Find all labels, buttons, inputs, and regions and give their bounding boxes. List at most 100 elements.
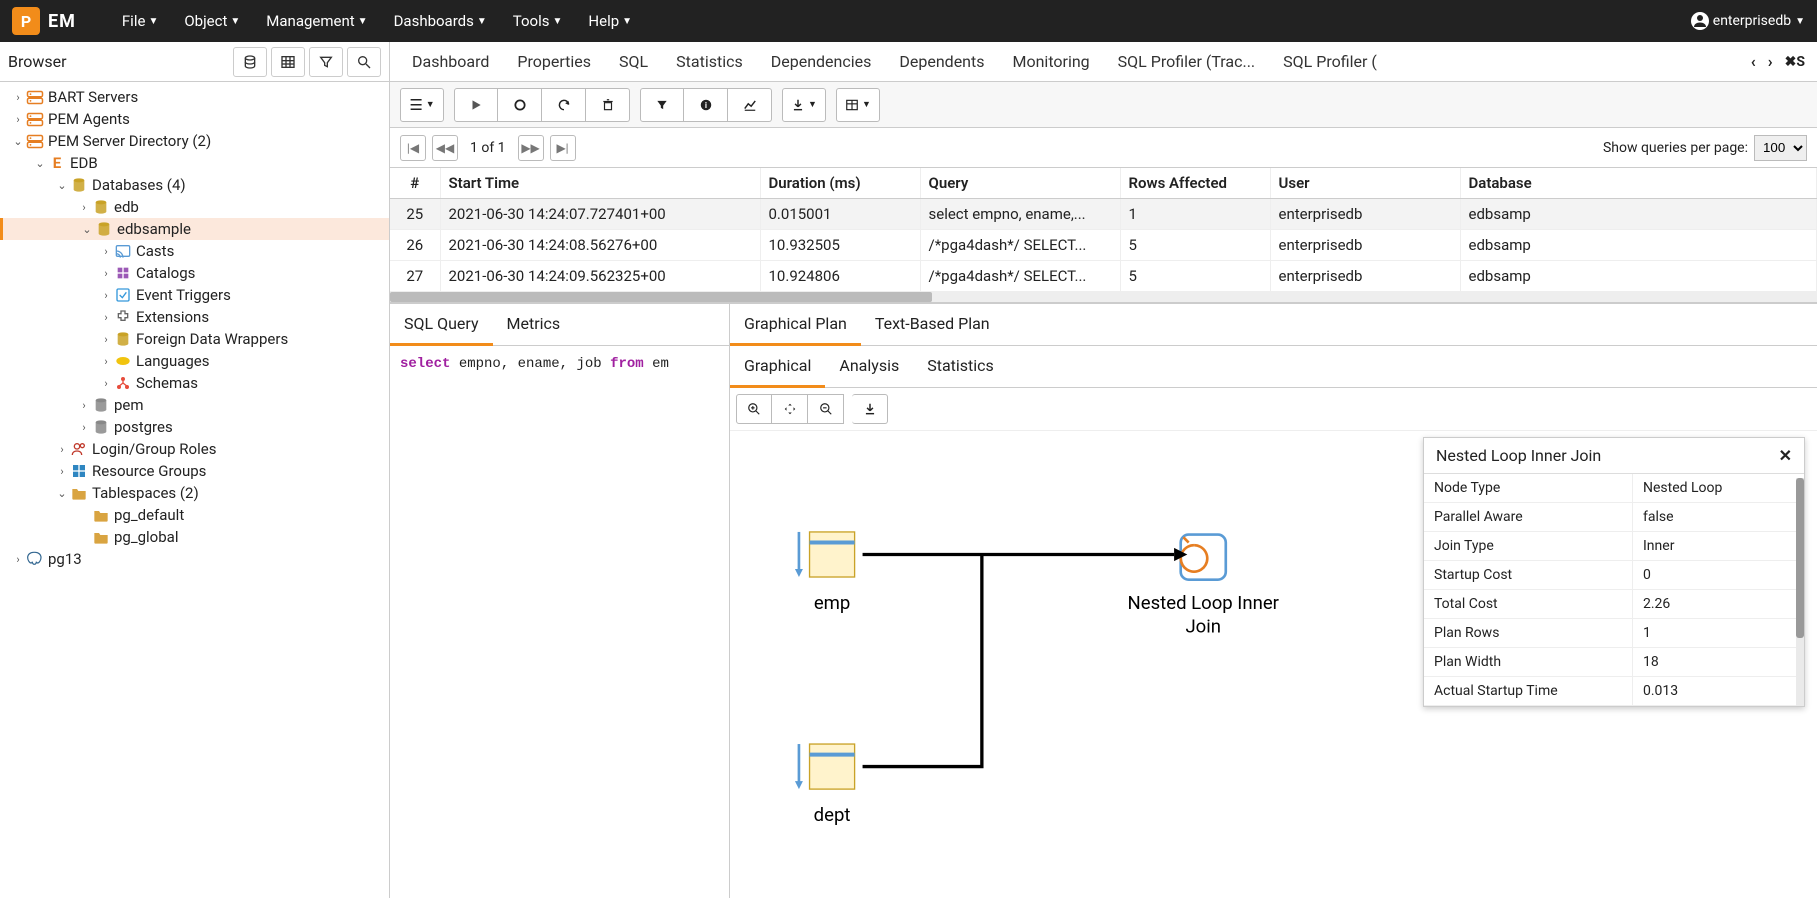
tab-sql[interactable]: SQL (605, 44, 662, 79)
subtab-statistics[interactable]: Statistics (913, 346, 1008, 387)
perpage-select[interactable]: 100 (1754, 135, 1807, 161)
chevron-down-icon[interactable]: ⌄ (32, 157, 48, 170)
subtab-text-plan[interactable]: Text-Based Plan (861, 304, 1004, 345)
pager-first-icon[interactable]: |◀ (400, 135, 426, 161)
tree-node[interactable]: ›pem (0, 394, 389, 416)
plan-canvas[interactable]: emp dept (730, 431, 1817, 898)
plan-zoomin-icon[interactable] (736, 394, 772, 424)
tree-node[interactable]: ⌄EEDB (0, 152, 389, 174)
col-user[interactable]: User (1270, 168, 1460, 199)
toolbar-delete-icon[interactable] (586, 88, 630, 122)
tab-scroll-left-icon[interactable]: ‹ (1747, 48, 1760, 75)
tree-node[interactable]: ›Foreign Data Wrappers (0, 328, 389, 350)
tab-properties[interactable]: Properties (503, 44, 605, 79)
browser-btn-servers-icon[interactable] (233, 47, 267, 77)
chevron-down-icon[interactable]: ⌄ (10, 135, 26, 148)
tree-node[interactable]: ›Catalogs (0, 262, 389, 284)
table-row[interactable]: 272021-06-30 14:24:09.562325+0010.924806… (390, 261, 1817, 292)
plan-zoomout-icon[interactable] (808, 394, 844, 424)
toolbar-stop-icon[interactable] (498, 88, 542, 122)
tree-node[interactable]: ⌄Databases (4) (0, 174, 389, 196)
tab-statistics[interactable]: Statistics (662, 44, 757, 79)
tree-node[interactable]: pg_global (0, 526, 389, 548)
tab-sqlprofiler2[interactable]: SQL Profiler ( (1269, 44, 1391, 79)
chevron-right-icon[interactable]: › (98, 267, 114, 280)
col-start[interactable]: Start Time (440, 168, 760, 199)
tree-node[interactable]: ›Resource Groups (0, 460, 389, 482)
tab-dashboard[interactable]: Dashboard (398, 44, 503, 79)
toolbar-menu-button[interactable]: ☰▼ (400, 88, 444, 122)
pager-prev-icon[interactable]: ◀◀ (432, 135, 458, 161)
tab-dependents[interactable]: Dependents (885, 44, 998, 79)
browser-btn-grid-icon[interactable] (271, 47, 305, 77)
col-duration[interactable]: Duration (ms) (760, 168, 920, 199)
toolbar-filter-icon[interactable] (640, 88, 684, 122)
col-num[interactable]: # (390, 168, 440, 199)
tree-node[interactable]: ›pg13 (0, 548, 389, 570)
toolbar-chart-icon[interactable] (728, 88, 772, 122)
chevron-right-icon[interactable]: › (54, 465, 70, 478)
chevron-right-icon[interactable]: › (98, 289, 114, 302)
tree-node[interactable]: ›Login/Group Roles (0, 438, 389, 460)
plan-pan-icon[interactable] (772, 394, 808, 424)
chevron-right-icon[interactable]: › (98, 245, 114, 258)
toolbar-info-icon[interactable]: i (684, 88, 728, 122)
tab-scroll-right-icon[interactable]: › (1764, 48, 1777, 75)
tree-node[interactable]: ›Event Triggers (0, 284, 389, 306)
chevron-right-icon[interactable]: › (98, 311, 114, 324)
browser-btn-search-icon[interactable] (347, 47, 381, 77)
tree-node[interactable]: ⌄edbsample (0, 218, 389, 240)
user-menu[interactable]: enterprisedb ▼ (1691, 12, 1805, 30)
tree-node[interactable]: ⌄Tablespaces (2) (0, 482, 389, 504)
menu-management[interactable]: Management▼ (256, 8, 377, 34)
chevron-right-icon[interactable]: › (98, 377, 114, 390)
popup-close-icon[interactable]: ✕ (1779, 446, 1792, 465)
tree-node[interactable]: ›PEM Agents (0, 108, 389, 130)
pager-last-icon[interactable]: ▶| (550, 135, 576, 161)
toolbar-download-button[interactable]: ▼ (782, 88, 826, 122)
menu-dashboards[interactable]: Dashboards▼ (384, 8, 497, 34)
chevron-right-icon[interactable]: › (76, 421, 92, 434)
col-rows[interactable]: Rows Affected (1120, 168, 1270, 199)
tab-sqlprofiler1[interactable]: SQL Profiler (Trac... (1104, 44, 1270, 79)
subtab-metrics[interactable]: Metrics (493, 304, 575, 345)
col-db[interactable]: Database (1460, 168, 1817, 199)
chevron-right-icon[interactable]: › (98, 333, 114, 346)
chevron-right-icon[interactable]: › (76, 399, 92, 412)
tree-node[interactable]: ›BART Servers (0, 86, 389, 108)
subtab-graphical-plan[interactable]: Graphical Plan (730, 304, 861, 346)
popup-scrollbar[interactable] (1796, 478, 1804, 706)
tree-node[interactable]: ›Schemas (0, 372, 389, 394)
subtab-analysis[interactable]: Analysis (825, 346, 913, 387)
subtab-sqlquery[interactable]: SQL Query (390, 304, 493, 346)
subtab-graphical[interactable]: Graphical (730, 346, 825, 388)
tree-node[interactable]: ›Extensions (0, 306, 389, 328)
tree-node[interactable]: ›Casts (0, 240, 389, 262)
chevron-right-icon[interactable]: › (54, 443, 70, 456)
menu-file[interactable]: File▼ (112, 8, 168, 34)
tree-node[interactable]: pg_default (0, 504, 389, 526)
browser-tree[interactable]: ›BART Servers›PEM Agents⌄PEM Server Dire… (0, 82, 389, 898)
chevron-right-icon[interactable]: › (10, 91, 26, 104)
table-row[interactable]: 262021-06-30 14:24:08.56276+0010.932505/… (390, 230, 1817, 261)
chevron-right-icon[interactable]: › (10, 553, 26, 566)
plan-node-join[interactable]: Nested Loop Inner Join (1128, 535, 1280, 638)
chevron-down-icon[interactable]: ⌄ (54, 179, 70, 192)
table-row[interactable]: 252021-06-30 14:24:07.727401+000.015001s… (390, 199, 1817, 230)
tab-dependencies[interactable]: Dependencies (757, 44, 886, 79)
tab-monitoring[interactable]: Monitoring (999, 44, 1104, 79)
menu-tools[interactable]: Tools▼ (503, 8, 573, 34)
chevron-down-icon[interactable]: ⌄ (79, 223, 95, 236)
tree-node[interactable]: ›postgres (0, 416, 389, 438)
toolbar-columns-button[interactable]: ▼ (836, 88, 880, 122)
tab-close-icon[interactable]: ✖S (1781, 50, 1809, 74)
plan-node-dept[interactable]: dept (795, 744, 855, 826)
toolbar-play-icon[interactable] (454, 88, 498, 122)
menu-object[interactable]: Object▼ (174, 8, 250, 34)
browser-btn-filter-icon[interactable] (309, 47, 343, 77)
tree-node[interactable]: ›edb (0, 196, 389, 218)
chevron-right-icon[interactable]: › (76, 201, 92, 214)
plan-download-icon[interactable] (852, 394, 888, 424)
grid-hscroll[interactable] (390, 292, 1817, 302)
pager-next-icon[interactable]: ▶▶ (518, 135, 544, 161)
